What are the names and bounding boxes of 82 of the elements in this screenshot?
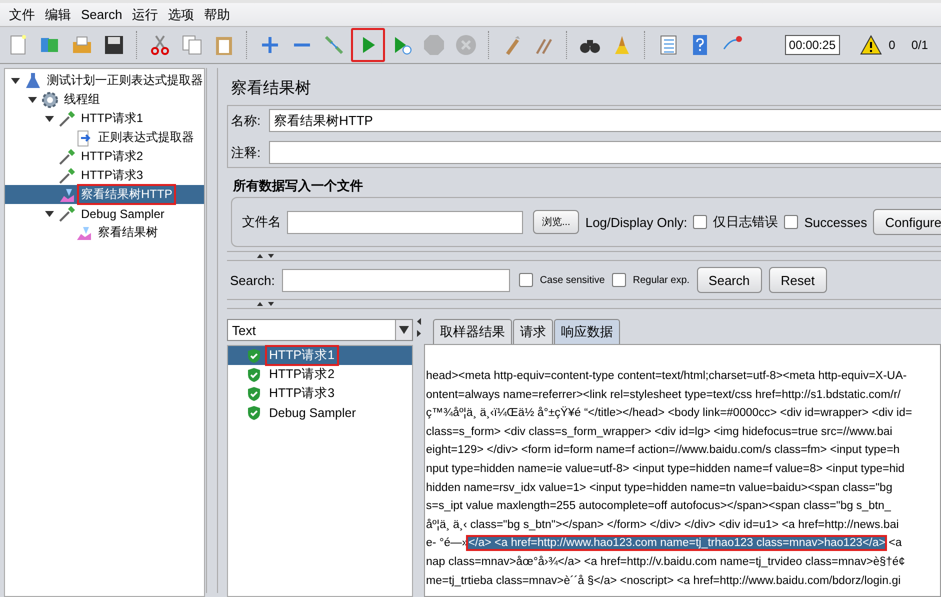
response-line: hidden name=rsv_idx value=1> <input type=hidden name=tn value=baidu><span class="bg	[426, 482, 892, 494]
response-line: s=s_ipt value maxlength=255 autocomplete=off autofocus></span><span class="bg s_btn_	[426, 500, 891, 512]
checkbox-label: 仅日志错误	[713, 213, 778, 231]
browse-button[interactable]: 浏览...	[533, 210, 580, 234]
filename-field[interactable]	[287, 210, 523, 234]
response-line: <a	[888, 537, 902, 550]
dropdown-arrow-icon	[399, 326, 409, 334]
menu-item[interactable]: 文件	[9, 6, 35, 24]
tab[interactable]: 取样器结果	[433, 319, 512, 344]
menu-item[interactable]: 运行	[132, 6, 158, 24]
result-item[interactable]: HTTP请求2	[267, 366, 337, 383]
search-label: Search:	[230, 272, 275, 288]
checkbox[interactable]	[612, 273, 626, 287]
expand-arrow-icon[interactable]	[45, 209, 55, 218]
warning-icon	[860, 35, 882, 55]
checkbox-label: Case sensitive	[540, 274, 605, 286]
panel-title: 察看结果树	[230, 78, 312, 99]
menu-item[interactable]: 编辑	[45, 6, 71, 24]
filename-label: 文件名	[242, 213, 281, 231]
expand-arrow-icon[interactable]	[28, 95, 38, 104]
thread-count: 0/1	[911, 38, 928, 52]
dropper-icon	[58, 148, 76, 166]
error-count: 0	[888, 38, 896, 52]
comment-label: 注释:	[231, 144, 262, 162]
splitter-arrows-icon[interactable]	[416, 318, 422, 338]
start-button[interactable]	[351, 28, 385, 62]
name-field[interactable]: 察看结果树HTTP	[269, 109, 941, 132]
tree-item[interactable]: HTTP请求3	[79, 167, 146, 184]
response-line: åº¦ä¸ ä¸‹ class="bg s_btn"></span> </form> </div> </div> <div id=u1> <a href=http://news.bai	[426, 518, 899, 531]
checkbox-label: Successes	[804, 214, 868, 230]
tree-item[interactable]: 正则表达式提取器	[96, 129, 196, 146]
menu-item[interactable]: 选项	[168, 6, 194, 24]
tab[interactable]: 请求	[513, 319, 553, 344]
scissors-icon	[148, 33, 172, 57]
checkbox[interactable]	[693, 215, 708, 229]
response-line: ç™¾åº¦ä¸ ä¸‹ï¼Œä½ å°±çŸ¥é “</title></head> <body link=#0000cc> <div id=wrapper> <div id=	[426, 407, 912, 420]
response-line: head><meta http-equiv=content-type content=text/html;charset=utf-8><meta http-equiv=X-UA-	[426, 370, 907, 382]
tree-item[interactable]: 线程组	[62, 91, 102, 108]
elapsed-time: 00:00:25	[784, 35, 840, 55]
tab[interactable]: 响应数据	[554, 319, 620, 344]
expand-arrow-icon[interactable]	[45, 114, 55, 123]
search-field[interactable]	[282, 268, 510, 292]
tree-item[interactable]: 察看结果树	[96, 224, 160, 241]
tree-item[interactable]: Debug Sampler	[79, 206, 166, 220]
name-label: 名称:	[231, 112, 262, 130]
selected-text: </a> <a href=http://www.hao123.com name=tj_trhao123 class=mnav>hao123</a>	[468, 537, 886, 550]
splitter-arrows-icon[interactable]	[257, 253, 275, 259]
checkbox-label: Regular exp.	[632, 274, 690, 286]
dropper-icon	[58, 166, 76, 184]
response-line: eight=129> </div> <form id=form name=f action=//www.baidu.com/s class=fm> <input type=h	[426, 444, 900, 456]
gear-icon	[41, 90, 59, 108]
section-title: 所有数据写入一个文件	[232, 177, 364, 195]
checkbox[interactable]	[518, 273, 533, 287]
dropper-icon	[322, 33, 346, 57]
tree-item[interactable]: HTTP请求1	[79, 110, 146, 127]
comment-field[interactable]	[269, 141, 941, 164]
menu-item[interactable]: Search	[81, 7, 122, 22]
configure-button[interactable]: Configure	[873, 209, 941, 235]
dropper-icon	[58, 110, 76, 128]
expand-arrow-icon[interactable]	[11, 76, 21, 85]
splitter-arrows-icon[interactable]	[257, 301, 275, 307]
cross-circle-icon	[454, 33, 478, 57]
response-line: ontent=always name=referrer><link rel=stylesheet type=text/css href=http://s1.bdstatic.com/r/	[426, 388, 901, 401]
document-arrow-icon	[75, 128, 93, 146]
response-line: class=s_form> <div class=s_form_wrapper> <div id=lg> <img hidefocus=true src=//www.bai	[426, 426, 892, 438]
search-button[interactable]: Search	[696, 267, 762, 293]
reset-button[interactable]: Reset	[768, 267, 827, 293]
menu-item[interactable]: 帮助	[204, 6, 230, 24]
stop-sign-icon	[422, 33, 446, 57]
tree-item[interactable]: 测试计划一正则表达式提取器	[45, 72, 205, 89]
dropper-icon	[58, 204, 76, 222]
renderer-dropdown[interactable]: Text	[227, 319, 413, 341]
tree-item[interactable]: HTTP请求2	[79, 148, 146, 165]
response-line: me=tj_trtieba class=mnav>è´´å §</a> <noscript> <a href=http://www.baidu.com/bdorz/login.gi	[426, 574, 901, 587]
checkbox[interactable]	[784, 215, 798, 229]
flask-icon	[24, 72, 42, 90]
result-item[interactable]: HTTP请求3	[267, 385, 337, 402]
response-line: nput type=hidden name=ie value=utf-8> <input type=hidden name=f value=8> <input type=hid	[426, 462, 905, 475]
result-item[interactable]: Debug Sampler	[267, 406, 358, 420]
copy-icon	[180, 33, 204, 57]
log-display-label: Log/Display Only:	[585, 214, 688, 230]
response-line: nap class=mnav>åœ°å›¾</a> <a href=http://v.baidu.com name=tj_trvideo class=mnav>è§†é¢	[426, 556, 906, 568]
